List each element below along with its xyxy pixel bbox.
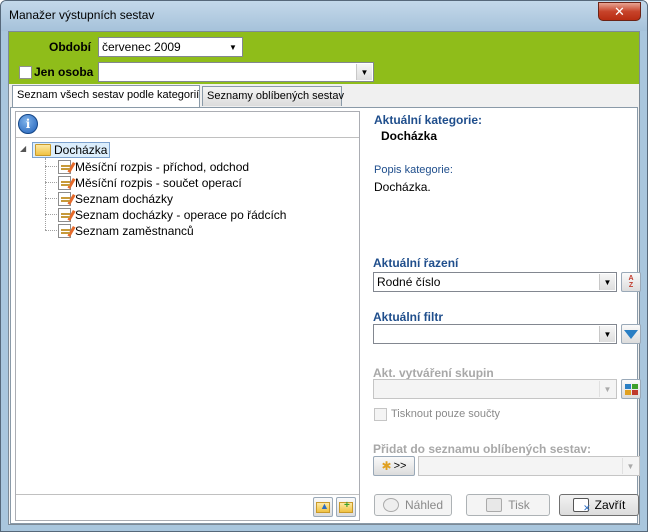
chevron-down-icon: ▼ xyxy=(356,64,372,80)
tree-node-report[interactable]: Seznam docházky - operace po řádcích xyxy=(58,207,286,222)
report-icon xyxy=(58,191,71,206)
report-icon xyxy=(58,207,71,222)
filter-button[interactable] xyxy=(621,324,641,344)
tree-node-report[interactable]: Seznam zaměstnanců xyxy=(58,223,194,238)
star-add-icon: ✱ xyxy=(381,459,392,473)
current-category-label: Aktuální kategorie: xyxy=(374,113,483,127)
chevron-down-icon: ▼ xyxy=(229,42,237,52)
grouping-select[interactable]: ▼ xyxy=(373,379,617,399)
folder-up-icon: ▲ xyxy=(316,501,330,513)
filter-select[interactable]: ▼ xyxy=(373,324,617,344)
favorites-label: Přidat do seznamu oblíbených sestav: xyxy=(373,442,592,456)
printer-icon xyxy=(486,498,503,512)
close-doc-icon: ✕ xyxy=(572,498,591,513)
sort-az-icon: AZ xyxy=(628,275,634,289)
filter-label: Aktuální filtr xyxy=(373,310,444,324)
collapse-arrow-icon[interactable]: ◢ xyxy=(20,144,26,153)
description-label: Popis kategorie: xyxy=(374,164,453,176)
report-icon xyxy=(58,223,71,238)
client-area: Období červenec 2009 ▼ Jen osoba ▼ Sezna… xyxy=(8,31,641,525)
sort-label: Aktuální řazení xyxy=(373,256,459,270)
close-button[interactable]: ✕ Zavřít xyxy=(559,494,639,516)
period-label: Období xyxy=(49,40,91,54)
report-icon xyxy=(58,159,71,174)
tree-node-report[interactable]: Měsíční rozpis - součet operací xyxy=(58,175,242,190)
tree-line xyxy=(45,158,46,230)
add-favorite-label: >> xyxy=(393,460,407,472)
tree-node-root[interactable]: Docházka xyxy=(32,141,111,158)
report-icon xyxy=(58,175,71,190)
close-icon: ✕ xyxy=(614,3,625,19)
tree-node-label: Seznam docházky xyxy=(75,191,174,206)
tree-node-report[interactable]: Měsíční rozpis - příchod, odchod xyxy=(58,159,249,174)
window-title: Manažer výstupních sestav xyxy=(9,8,155,22)
print-label: Tisk xyxy=(508,498,530,512)
title-bar: Manažer výstupních sestav ✕ xyxy=(1,1,647,31)
preview-icon xyxy=(382,498,399,512)
chevron-down-icon: ▼ xyxy=(622,458,638,474)
close-label: Zavřít xyxy=(594,498,626,512)
preview-label: Náhled xyxy=(404,498,444,512)
folder-add-button[interactable]: + xyxy=(336,497,356,517)
close-window-button[interactable]: ✕ xyxy=(598,2,641,21)
folder-open-icon xyxy=(35,143,51,156)
sort-value: Rodné číslo xyxy=(377,275,441,289)
window: Manažer výstupních sestav ✕ Období červe… xyxy=(0,0,648,532)
print-button[interactable]: Tisk xyxy=(466,494,550,516)
sort-button[interactable]: AZ xyxy=(621,272,641,292)
favorites-select[interactable]: ▼ xyxy=(418,456,640,476)
details-pane: Aktuální kategorie: Docházka Popis kateg… xyxy=(367,108,641,523)
tree-node-label: Měsíční rozpis - příchod, odchod xyxy=(75,159,250,174)
tree-node-report[interactable]: Seznam docházky xyxy=(58,191,173,206)
period-select[interactable]: červenec 2009 ▼ xyxy=(98,37,243,57)
sort-select[interactable]: Rodné číslo ▼ xyxy=(373,272,617,292)
tree-toolbar: i xyxy=(16,112,359,138)
folder-add-icon: + xyxy=(339,500,353,513)
period-value: červenec 2009 xyxy=(102,40,181,54)
person-select[interactable]: ▼ xyxy=(98,62,374,82)
funnel-icon xyxy=(624,329,638,339)
current-category-value: Docházka xyxy=(381,129,438,143)
print-sums-checkbox[interactable] xyxy=(374,408,387,421)
tree-bottom-toolbar: ▲ + xyxy=(16,494,359,520)
tab-panel: i ◢ Docházka Měsíční rozpis - příchod, o… xyxy=(10,107,641,524)
preview-button[interactable]: Náhled xyxy=(374,494,452,516)
person-label: Jen osoba xyxy=(34,65,94,79)
grid-icon xyxy=(624,383,638,395)
add-favorite-button[interactable]: ✱ >> xyxy=(373,456,415,476)
tree-node-label: Seznam zaměstnanců xyxy=(75,223,194,238)
report-tree-pane: i ◢ Docházka Měsíční rozpis - příchod, o… xyxy=(15,111,360,521)
description-value: Docházka. xyxy=(374,180,431,194)
grouping-label: Akt. vytváření skupin xyxy=(373,366,494,380)
print-sums-label: Tisknout pouze součty xyxy=(391,408,501,420)
tab-all-reports[interactable]: Seznam všech sestav podle kategorií xyxy=(12,85,200,107)
person-checkbox[interactable] xyxy=(19,66,32,79)
folder-up-button[interactable]: ▲ xyxy=(313,497,333,517)
chevron-down-icon: ▼ xyxy=(599,381,615,397)
info-icon[interactable]: i xyxy=(18,114,38,134)
tree-node-label: Měsíční rozpis - součet operací xyxy=(75,175,242,190)
tree-node-label: Docházka xyxy=(54,142,108,157)
chevron-down-icon: ▼ xyxy=(599,326,615,342)
filter-bar: Období červenec 2009 ▼ Jen osoba ▼ xyxy=(9,32,639,84)
grouping-button[interactable] xyxy=(621,379,641,399)
tab-favorite-reports[interactable]: Seznamy oblíbených sestav xyxy=(202,86,344,106)
chevron-down-icon: ▼ xyxy=(599,274,615,290)
tree-node-label: Seznam docházky - operace po řádcích xyxy=(75,207,287,222)
